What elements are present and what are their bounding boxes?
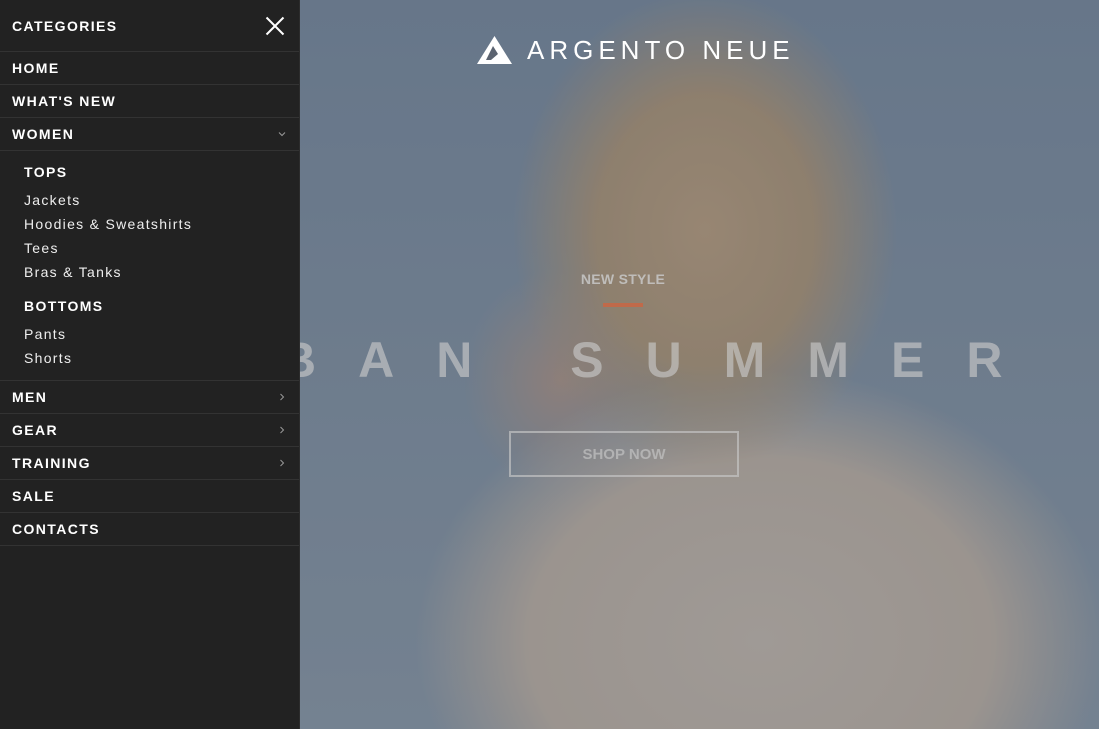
submenu-group-bottoms: BOTTOMS Pants Shorts xyxy=(24,296,275,370)
nav-item-label: WHAT'S NEW xyxy=(12,93,117,109)
nav-item-whats-new[interactable]: WHAT'S NEW xyxy=(0,85,299,118)
sidebar-title: CATEGORIES xyxy=(12,17,118,34)
nav-item-women[interactable]: WOMEN xyxy=(0,118,299,151)
categories-sidebar: CATEGORIES HOME WHAT'S NEW WOMEN TOPS Ja… xyxy=(0,0,300,729)
nav-item-label: SALE xyxy=(12,488,55,504)
chevron-right-icon[interactable] xyxy=(277,425,287,435)
chevron-right-icon[interactable] xyxy=(277,458,287,468)
hero-headline: BAN SUMMER xyxy=(280,332,1045,388)
women-submenu: TOPS Jackets Hoodies & Sweatshirts Tees … xyxy=(0,151,299,381)
brand-name: ARGENTO NEUE xyxy=(527,35,795,65)
brand-logo[interactable]: ARGENTO NEUE xyxy=(476,34,795,66)
submenu-link-hoodies[interactable]: Hoodies & Sweatshirts xyxy=(24,212,275,236)
close-icon[interactable] xyxy=(265,16,285,36)
nav-item-label: HOME xyxy=(12,60,60,76)
nav-item-home[interactable]: HOME xyxy=(0,52,299,85)
shop-now-button[interactable]: SHOP NOW xyxy=(509,431,739,477)
chevron-down-icon[interactable] xyxy=(277,129,287,139)
nav-item-men[interactable]: MEN xyxy=(0,381,299,414)
nav-item-label: WOMEN xyxy=(12,126,75,142)
submenu-title-tops[interactable]: TOPS xyxy=(24,162,275,182)
nav-item-label: TRAINING xyxy=(12,455,91,471)
submenu-group-tops: TOPS Jackets Hoodies & Sweatshirts Tees … xyxy=(24,162,275,284)
submenu-link-shorts[interactable]: Shorts xyxy=(24,346,275,370)
chevron-right-icon[interactable] xyxy=(277,392,287,402)
nav-item-contacts[interactable]: CONTACTS xyxy=(0,513,299,546)
nav-item-label: GEAR xyxy=(12,422,59,438)
submenu-link-jackets[interactable]: Jackets xyxy=(24,188,275,212)
accent-divider xyxy=(603,303,643,307)
nav-item-training[interactable]: TRAINING xyxy=(0,447,299,480)
submenu-title-bottoms[interactable]: BOTTOMS xyxy=(24,296,275,316)
sidebar-header: CATEGORIES xyxy=(0,0,299,52)
submenu-link-pants[interactable]: Pants xyxy=(24,322,275,346)
submenu-link-tees[interactable]: Tees xyxy=(24,236,275,260)
logo-triangle-icon xyxy=(477,36,512,64)
nav-item-label: CONTACTS xyxy=(12,521,100,537)
nav-item-sale[interactable]: SALE xyxy=(0,480,299,513)
nav-item-label: MEN xyxy=(12,389,48,405)
nav-item-gear[interactable]: GEAR xyxy=(0,414,299,447)
hero-kicker: NEW STYLE xyxy=(580,271,666,287)
submenu-link-bras-tanks[interactable]: Bras & Tanks xyxy=(24,260,275,284)
